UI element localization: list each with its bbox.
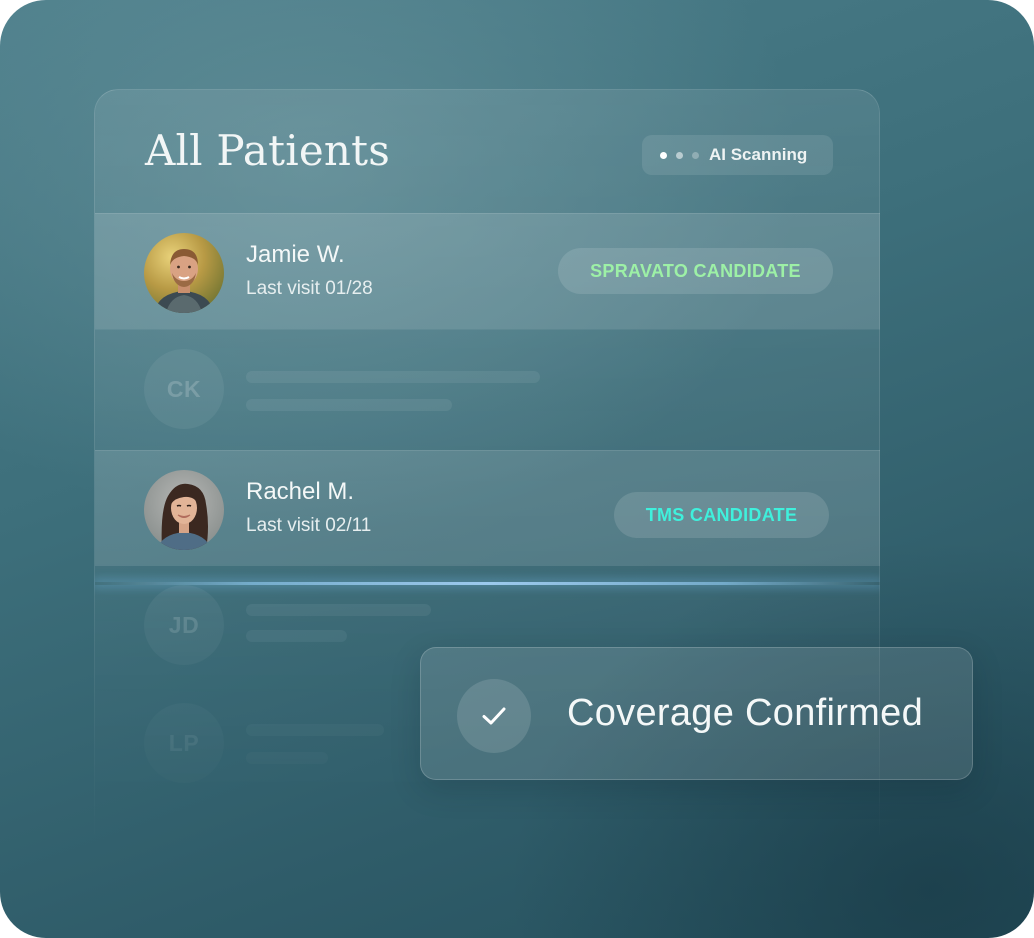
coverage-confirmed-toast: Coverage Confirmed xyxy=(420,647,973,780)
status-badge: TMS CANDIDATE xyxy=(614,492,829,538)
avatar-initials: JD xyxy=(144,585,224,665)
skeleton-line xyxy=(246,371,540,383)
patient-row-jamie[interactable]: Jamie W. Last visit 01/28 SPRAVATO CANDI… xyxy=(95,213,881,329)
patient-name: Rachel M. xyxy=(246,478,355,505)
avatar-initials: LP xyxy=(144,703,224,783)
status-badge: SPRAVATO CANDIDATE xyxy=(558,248,833,294)
skeleton-line xyxy=(246,630,347,642)
ai-scanning-label: AI Scanning xyxy=(709,145,808,164)
patient-name: Jamie W. xyxy=(246,241,345,268)
patient-row-rachel[interactable]: Rachel M. Last visit 02/11 TMS CANDIDATE xyxy=(95,450,881,566)
patient-row-placeholder-ck[interactable]: CK xyxy=(95,329,881,450)
page-title: All Patients xyxy=(145,126,391,175)
app-background: All Patients AI Scanning Jamie W. Last v… xyxy=(0,0,1034,938)
avatar-jamie xyxy=(144,233,224,313)
ai-scanning-indicator: AI Scanning xyxy=(642,135,833,175)
loading-dot-icon xyxy=(676,151,683,159)
loading-dot-icon xyxy=(660,151,667,159)
skeleton-line xyxy=(246,604,431,616)
checkmark-icon xyxy=(457,679,531,753)
skeleton-line xyxy=(246,724,384,736)
avatar-rachel xyxy=(144,470,224,550)
patient-last-visit: Last visit 02/11 xyxy=(246,515,372,536)
patient-last-visit: Last visit 01/28 xyxy=(246,278,373,299)
toast-message: Coverage Confirmed xyxy=(567,692,924,734)
skeleton-line xyxy=(246,399,452,411)
loading-dot-icon xyxy=(692,151,699,159)
skeleton-line xyxy=(246,752,328,764)
avatar-initials: CK xyxy=(144,349,224,429)
